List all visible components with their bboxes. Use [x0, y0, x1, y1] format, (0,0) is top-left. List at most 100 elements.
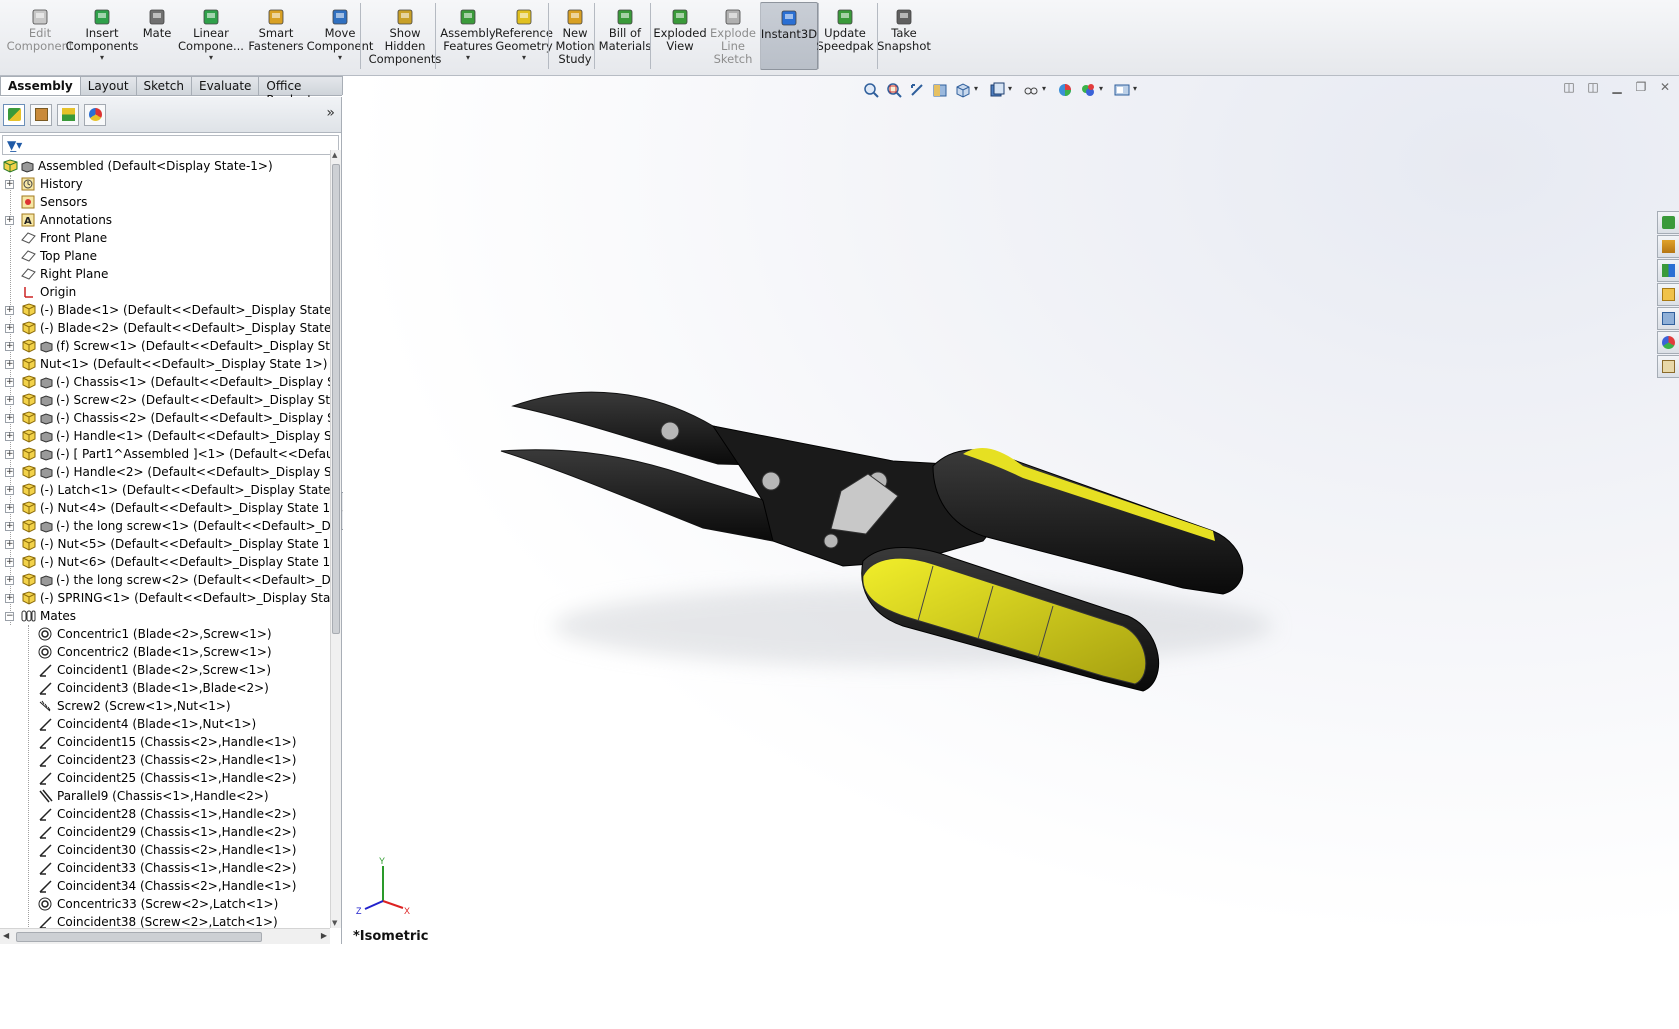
- expand-toggle-icon[interactable]: +: [5, 540, 14, 549]
- tree-filter-bar[interactable]: ▼̲▾: [2, 135, 339, 155]
- edit-appearance-icon[interactable]: [1057, 82, 1073, 98]
- custom-properties-tab[interactable]: [1657, 355, 1679, 378]
- expand-toggle-icon[interactable]: +: [5, 378, 14, 387]
- feature-manager-tab[interactable]: [3, 103, 25, 126]
- mate-item[interactable]: Concentric1 (Blade<2>,Screw<1>): [0, 625, 330, 643]
- expand-toggle-icon[interactable]: +: [5, 180, 14, 189]
- tree-item[interactable]: + History: [0, 175, 330, 193]
- expand-toggle-icon[interactable]: +: [5, 396, 14, 405]
- expand-toggle-icon[interactable]: +: [5, 576, 14, 585]
- tree-item[interactable]: Front Plane: [0, 229, 330, 247]
- tree-item[interactable]: + (-) Nut<6> (Default<<Default>_Display S…: [0, 553, 330, 571]
- mate-item[interactable]: Coincident3 (Blade<1>,Blade<2>): [0, 679, 330, 697]
- view-orientation-icon[interactable]: [955, 82, 978, 98]
- new-motion-study-button[interactable]: New Motion Study: [552, 2, 598, 70]
- mate-item[interactable]: Concentric33 (Screw<2>,Latch<1>): [0, 895, 330, 913]
- mate-item[interactable]: Coincident4 (Blade<1>,Nut<1>): [0, 715, 330, 733]
- tree-item[interactable]: + (-) Blade<1> (Default<<Default>_Display…: [0, 301, 330, 319]
- appearances-tab[interactable]: [1657, 331, 1679, 354]
- tree-item[interactable]: Right Plane: [0, 265, 330, 283]
- expand-toggle-icon[interactable]: +: [5, 594, 14, 603]
- linear-component-dropdown-arrow-icon[interactable]: ▾: [209, 54, 213, 62]
- expand-toggle-icon[interactable]: −: [5, 612, 14, 621]
- mate-item[interactable]: Coincident30 (Chassis<2>,Handle<1>): [0, 841, 330, 859]
- tree-item[interactable]: + (f) Screw<1> (Default<<Default>_Display…: [0, 337, 330, 355]
- update-speedpak-button[interactable]: Update Speedpak: [816, 2, 874, 70]
- smart-fasteners-button[interactable]: Smart Fasteners: [246, 2, 306, 70]
- design-library-tab[interactable]: [1657, 235, 1679, 258]
- expand-toggle-icon[interactable]: +: [5, 432, 14, 441]
- explode-line-sketch-button[interactable]: Explode Line Sketch: [708, 2, 758, 70]
- solidworks-resources-tab[interactable]: [1657, 211, 1679, 234]
- tree-item[interactable]: + (-) Latch<1> (Default<<Default>_Display…: [0, 481, 330, 499]
- tree-item[interactable]: + (-) Blade<2> (Default<<Default>_Display…: [0, 319, 330, 337]
- reference-geometry-button[interactable]: Reference Geometry ▾: [495, 2, 553, 70]
- file-explorer-tab[interactable]: [1657, 259, 1679, 282]
- tin-snips-model[interactable]: [463, 296, 1363, 756]
- horizontal-scrollbar-thumb[interactable]: [16, 932, 262, 942]
- expand-toggle-icon[interactable]: +: [5, 558, 14, 567]
- expand-toggle-icon[interactable]: +: [5, 306, 14, 315]
- tree-item[interactable]: + (-) [ Part1^Assembled ]<1> (Default<<De…: [0, 445, 330, 463]
- tree-item[interactable]: Top Plane: [0, 247, 330, 265]
- display-manager-tab[interactable]: [84, 103, 106, 126]
- tree-item[interactable]: + (-) Chassis<1> (Default<<Default>_Displ…: [0, 373, 330, 391]
- mate-item[interactable]: Coincident33 (Chassis<1>,Handle<2>): [0, 859, 330, 877]
- assembly-features-dropdown-arrow-icon[interactable]: ▾: [466, 54, 470, 62]
- scroll-down-arrow-icon[interactable]: ▼: [332, 919, 337, 927]
- instant3d-button[interactable]: Instant3D: [760, 2, 818, 70]
- close-icon[interactable]: ✕: [1657, 80, 1673, 94]
- graphics-area[interactable]: ◫ ◫ ▁ ❐ ✕: [343, 76, 1679, 944]
- tree-item[interactable]: Sensors: [0, 193, 330, 211]
- expand-toggle-icon[interactable]: +: [5, 468, 14, 477]
- mate-item[interactable]: Coincident34 (Chassis<2>,Handle<1>): [0, 877, 330, 895]
- tree-item[interactable]: + Nut<1> (Default<<Default>_Display State…: [0, 355, 330, 373]
- expand-toggle-icon[interactable]: +: [5, 360, 14, 369]
- tab-layout[interactable]: Layout: [79, 76, 137, 95]
- tree-item[interactable]: + (-) Chassis<2> (Default<<Default>_Displ…: [0, 409, 330, 427]
- expand-toggle-icon[interactable]: +: [5, 216, 14, 225]
- mate-item[interactable]: Coincident29 (Chassis<1>,Handle<2>): [0, 823, 330, 841]
- scroll-right-arrow-icon[interactable]: ▶: [321, 931, 327, 940]
- mate-item[interactable]: Coincident25 (Chassis<1>,Handle<2>): [0, 769, 330, 787]
- tree-root-assembly[interactable]: Assembled (Default<Display State-1>): [0, 157, 330, 175]
- take-snapshot-button[interactable]: Take Snapshot: [874, 2, 934, 70]
- expand-toggle-icon[interactable]: +: [5, 342, 14, 351]
- hide-show-items-icon[interactable]: [1023, 82, 1046, 98]
- expand-toggle-icon[interactable]: +: [5, 450, 14, 459]
- scroll-left-arrow-icon[interactable]: ◀: [3, 931, 9, 940]
- assembly-features-button[interactable]: Assembly Features ▾: [440, 2, 496, 70]
- mate-item[interactable]: Coincident28 (Chassis<1>,Handle<2>): [0, 805, 330, 823]
- expand-toggle-icon[interactable]: +: [5, 414, 14, 423]
- section-view-icon[interactable]: [932, 82, 948, 98]
- scrollbar-thumb[interactable]: [332, 164, 340, 634]
- mate-button[interactable]: Mate: [138, 2, 176, 70]
- minimize-icon[interactable]: ▁: [1609, 80, 1625, 94]
- tree-item[interactable]: Origin: [0, 283, 330, 301]
- show-hidden-components-button[interactable]: Show Hidden Components: [368, 2, 442, 70]
- mate-item[interactable]: Parallel9 (Chassis<1>,Handle<2>): [0, 787, 330, 805]
- exploded-view-button[interactable]: Exploded View: [652, 2, 708, 70]
- mate-item[interactable]: Coincident1 (Blade<2>,Screw<1>): [0, 661, 330, 679]
- tree-item[interactable]: + A Annotations: [0, 211, 330, 229]
- tree-item[interactable]: + (-) Handle<2> (Default<<Default>_Displa…: [0, 463, 330, 481]
- property-manager-tab[interactable]: [30, 103, 52, 126]
- tab-evaluate[interactable]: Evaluate: [190, 76, 260, 95]
- tree-item[interactable]: + (-) Screw<2> (Default<<Default>_Display…: [0, 391, 330, 409]
- mate-item[interactable]: Screw2 (Screw<1>,Nut<1>): [0, 697, 330, 715]
- insert-components-button[interactable]: Insert Components ▾: [66, 2, 138, 70]
- folder-tab[interactable]: [1657, 283, 1679, 306]
- tree-item[interactable]: + (-) the long screw<2> (Default<<Default…: [0, 571, 330, 589]
- previous-view-icon[interactable]: [909, 82, 925, 98]
- tab-office-products[interactable]: Office Products: [258, 76, 343, 107]
- tree-item[interactable]: + (-) Handle<1> (Default<<Default>_Displa…: [0, 427, 330, 445]
- tree-item[interactable]: + (-) SPRING<1> (Default<<Default>_Displa…: [0, 589, 330, 607]
- linear-component-button[interactable]: Linear Compone... ▾: [176, 2, 246, 70]
- view-settings-icon[interactable]: [1114, 82, 1137, 98]
- expand-toggle-icon[interactable]: +: [5, 522, 14, 531]
- zoom-to-fit-icon[interactable]: [863, 82, 879, 98]
- expand-toggle-icon[interactable]: +: [5, 486, 14, 495]
- mate-item[interactable]: Concentric2 (Blade<1>,Screw<1>): [0, 643, 330, 661]
- tile-horizontal-icon[interactable]: ◫: [1561, 80, 1577, 94]
- zoom-to-area-icon[interactable]: [886, 82, 902, 98]
